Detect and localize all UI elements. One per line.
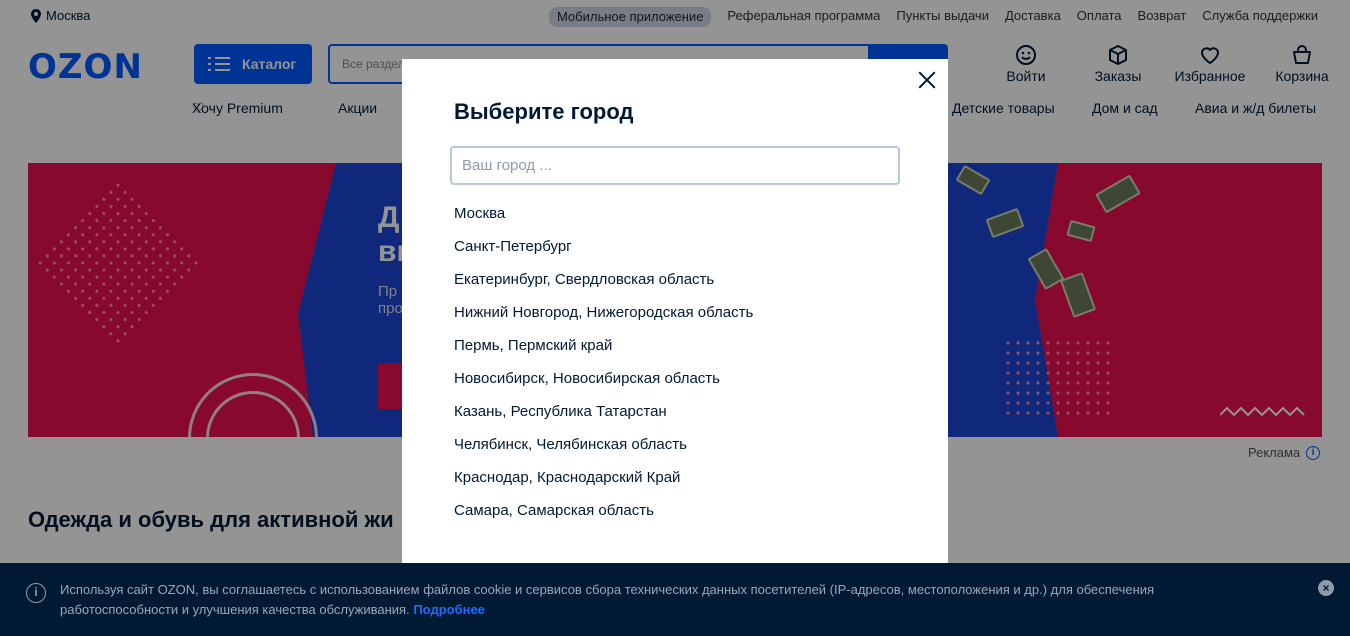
cookie-more-link[interactable]: Подробнее [413,602,485,617]
city-option-moscow[interactable]: Москва [454,205,753,238]
city-option-ekaterinburg[interactable]: Екатеринбург, Свердловская область [454,271,753,304]
city-option-perm[interactable]: Пермь, Пермский край [454,337,753,370]
city-option-krasnodar[interactable]: Краснодар, Краснодарский Край [454,469,753,502]
cookie-message: Используя сайт OZON, вы соглашаетесь с и… [60,582,1155,617]
close-icon[interactable]: × [1318,580,1334,596]
city-search-input[interactable] [450,146,900,185]
city-option-nizhny-novgorod[interactable]: Нижний Новгород, Нижегородская область [454,304,753,337]
dialog-title: Выберите город [454,99,634,124]
cookie-banner: i Используя сайт OZON, вы соглашаетесь с… [0,563,1350,636]
cookie-text: Используя сайт OZON, вы соглашаетесь с и… [60,580,1240,620]
info-icon: i [26,583,46,603]
city-option-kazan[interactable]: Казань, Республика Татарстан [454,403,753,436]
city-option-spb[interactable]: Санкт-Петербург [454,238,753,271]
city-list: Москва Санкт-Петербург Екатеринбург, Све… [454,205,753,535]
city-option-samara[interactable]: Самара, Самарская область [454,502,753,535]
city-select-dialog: Выберите город Москва Санкт-Петербург Ек… [402,59,948,571]
city-option-chelyabinsk[interactable]: Челябинск, Челябинская область [454,436,753,469]
close-icon[interactable] [916,69,938,91]
city-option-novosibirsk[interactable]: Новосибирск, Новосибирская область [454,370,753,403]
